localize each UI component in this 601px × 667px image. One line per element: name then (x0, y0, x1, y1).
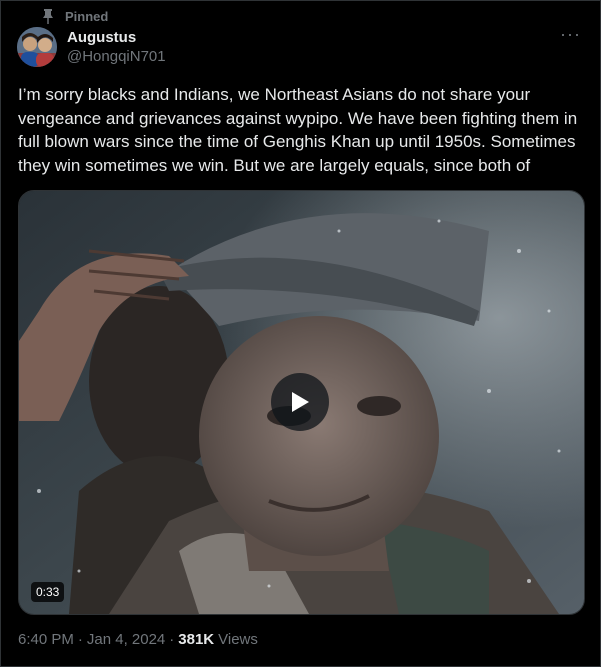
more-icon[interactable]: ··· (560, 25, 582, 47)
tweet-card[interactable]: Pinned Augustus @HongqiN701 ··· I’m sorr… (0, 0, 601, 667)
tweet-date[interactable]: Jan 4, 2024 (87, 631, 165, 648)
video-player[interactable]: 0:33 (18, 190, 585, 615)
views-count[interactable]: 381K (178, 631, 214, 648)
tweet-text: I’m sorry blacks and Indians, we Northea… (18, 85, 578, 175)
tweet-meta: 6:40 PM · Jan 4, 2024 · 381K Views (18, 631, 258, 648)
meta-separator-2: · (169, 631, 175, 648)
author-display-name[interactable]: Augustus (67, 28, 166, 47)
tweet-time[interactable]: 6:40 PM (18, 631, 74, 648)
pinned-label: Pinned (65, 8, 109, 24)
meta-separator: · (77, 631, 83, 648)
views-label: Views (218, 631, 258, 648)
pin-icon (41, 8, 55, 24)
video-duration: 0:33 (31, 582, 65, 602)
pinned-indicator: Pinned (41, 7, 108, 25)
play-icon[interactable] (271, 373, 329, 431)
author-handle[interactable]: @HongqiN701 (67, 47, 166, 67)
avatar[interactable] (17, 27, 57, 67)
